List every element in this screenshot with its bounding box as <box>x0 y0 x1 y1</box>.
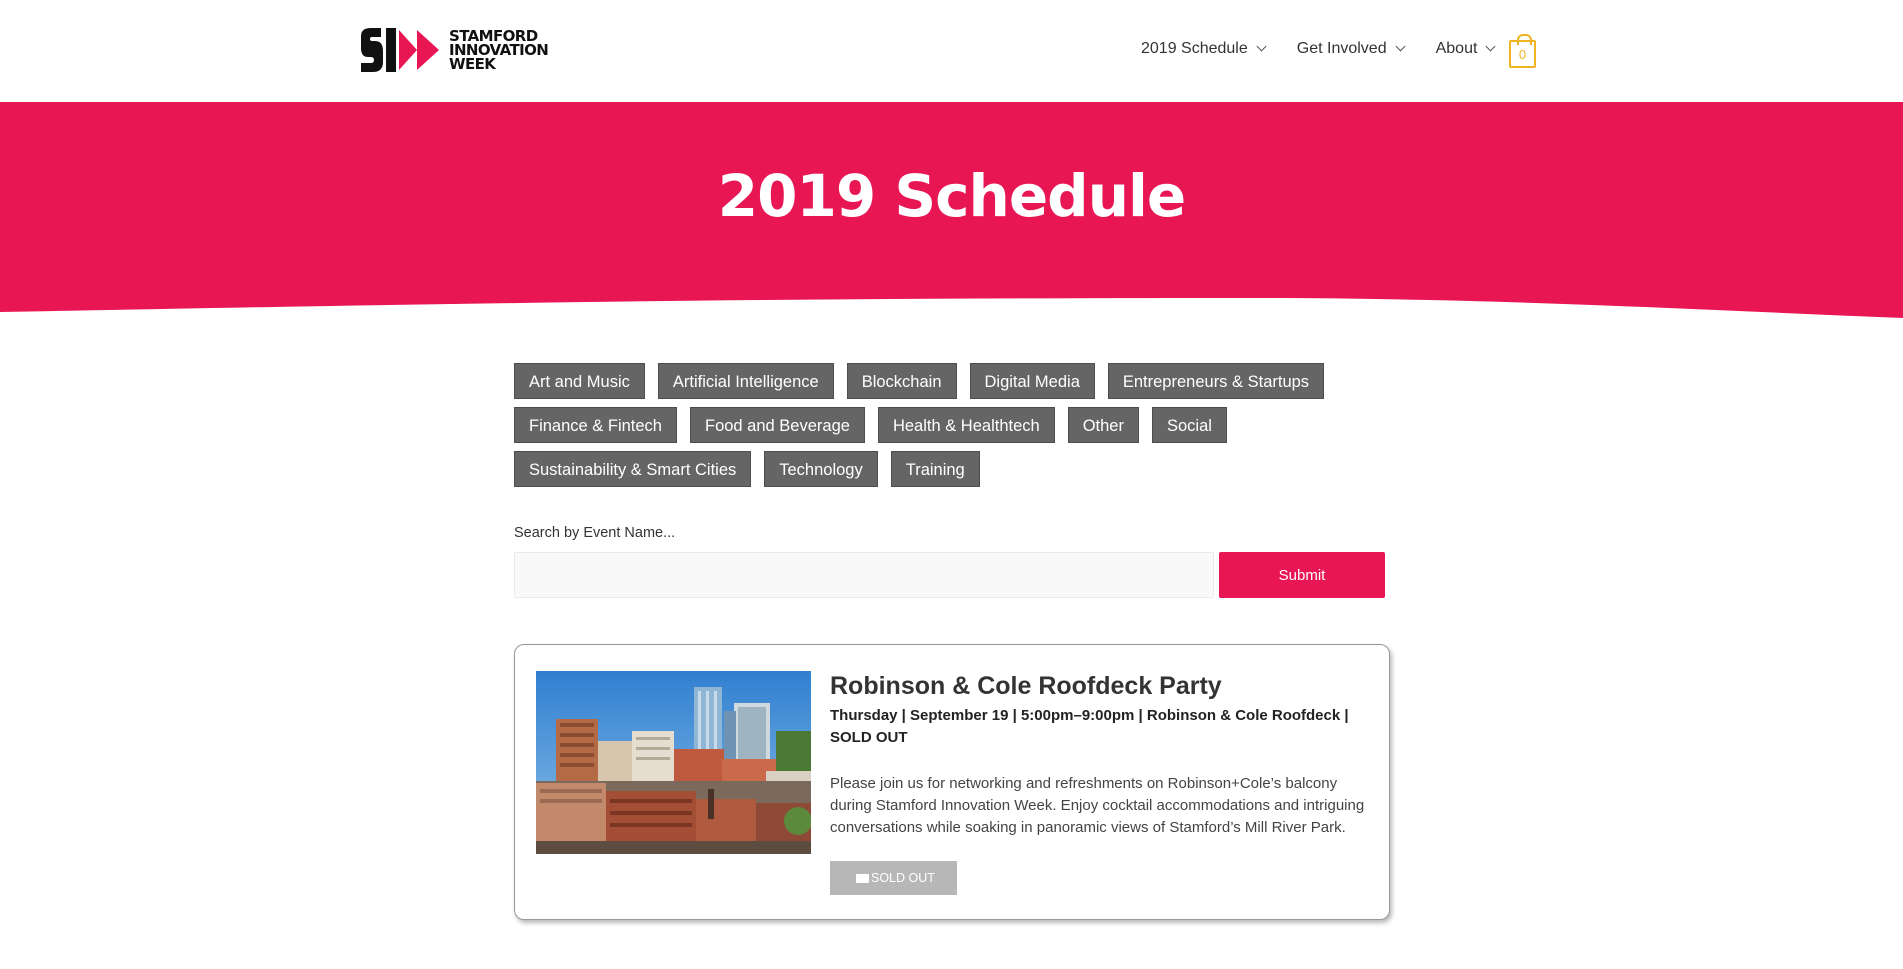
page-hero: 2019 Schedule <box>0 102 1903 322</box>
nav-label: 2019 Schedule <box>1141 40 1248 57</box>
category-filter: Art and Music Artificial Intelligence Bl… <box>514 363 1394 495</box>
category-blockchain[interactable]: Blockchain <box>846 363 957 399</box>
cart-count: 0 <box>1518 47 1527 62</box>
main-nav: 2019 Schedule Get Involved About <box>1141 40 1526 58</box>
sold-out-label: SOLD OUT <box>871 871 935 885</box>
nav-item-about[interactable]: About <box>1435 40 1496 58</box>
category-technology[interactable]: Technology <box>764 451 878 487</box>
sold-out-button: SOLD OUT <box>830 861 957 895</box>
ticket-icon <box>856 873 869 883</box>
category-artificial-intelligence[interactable]: Artificial Intelligence <box>657 363 834 399</box>
event-description: Please join us for networking and refres… <box>830 775 1365 836</box>
category-food-and-beverage[interactable]: Food and Beverage <box>689 407 865 443</box>
event-details: Robinson & Cole Roofdeck Party Thursday … <box>830 671 1370 895</box>
category-row: Art and Music Artificial Intelligence Bl… <box>514 363 1394 399</box>
page-title: 2019 Schedule <box>717 162 1186 230</box>
logo-wordmark: STAMFORD INNOVATION WEEK <box>449 29 549 73</box>
site-logo[interactable]: STAMFORD INNOVATION WEEK <box>359 26 549 74</box>
category-other[interactable]: Other <box>1067 407 1139 443</box>
search-input[interactable] <box>514 552 1214 598</box>
logo-line-3: WEEK <box>449 55 496 73</box>
category-row: Sustainability & Smart Cities Technology… <box>514 451 1394 487</box>
category-training[interactable]: Training <box>890 451 980 487</box>
chevron-down-icon <box>1485 41 1496 51</box>
category-digital-media[interactable]: Digital Media <box>969 363 1095 399</box>
category-sustainability-smart-cities[interactable]: Sustainability & Smart Cities <box>514 451 752 487</box>
site-header: STAMFORD INNOVATION WEEK 2019 Schedule G… <box>0 0 1903 102</box>
submit-button[interactable]: Submit <box>1219 552 1385 598</box>
nav-label: About <box>1435 40 1478 57</box>
category-entrepreneurs-startups[interactable]: Entrepreneurs & Startups <box>1107 363 1325 399</box>
event-card: Robinson & Cole Roofdeck Party Thursday … <box>514 644 1390 920</box>
chevron-down-icon <box>1395 41 1406 51</box>
shopping-bag-icon[interactable]: 0 <box>1509 34 1536 68</box>
search-label: Search by Event Name... <box>514 525 676 541</box>
category-health-healthtech[interactable]: Health & Healthtech <box>877 407 1055 443</box>
event-meta: Thursday | September 19 | 5:00pm–9:00pm … <box>830 707 1349 746</box>
category-social[interactable]: Social <box>1151 407 1227 443</box>
nav-item-get-involved[interactable]: Get Involved <box>1296 40 1406 58</box>
nav-label: Get Involved <box>1296 40 1387 57</box>
category-art-and-music[interactable]: Art and Music <box>514 363 645 399</box>
event-title[interactable]: Robinson & Cole Roofdeck Party <box>830 671 1370 701</box>
logo-mark <box>359 26 443 74</box>
nav-item-2019-schedule[interactable]: 2019 Schedule <box>1141 40 1267 58</box>
category-row: Finance & Fintech Food and Beverage Heal… <box>514 407 1394 443</box>
event-image[interactable] <box>536 671 811 854</box>
category-finance-fintech[interactable]: Finance & Fintech <box>514 407 677 443</box>
chevron-down-icon <box>1256 41 1267 51</box>
